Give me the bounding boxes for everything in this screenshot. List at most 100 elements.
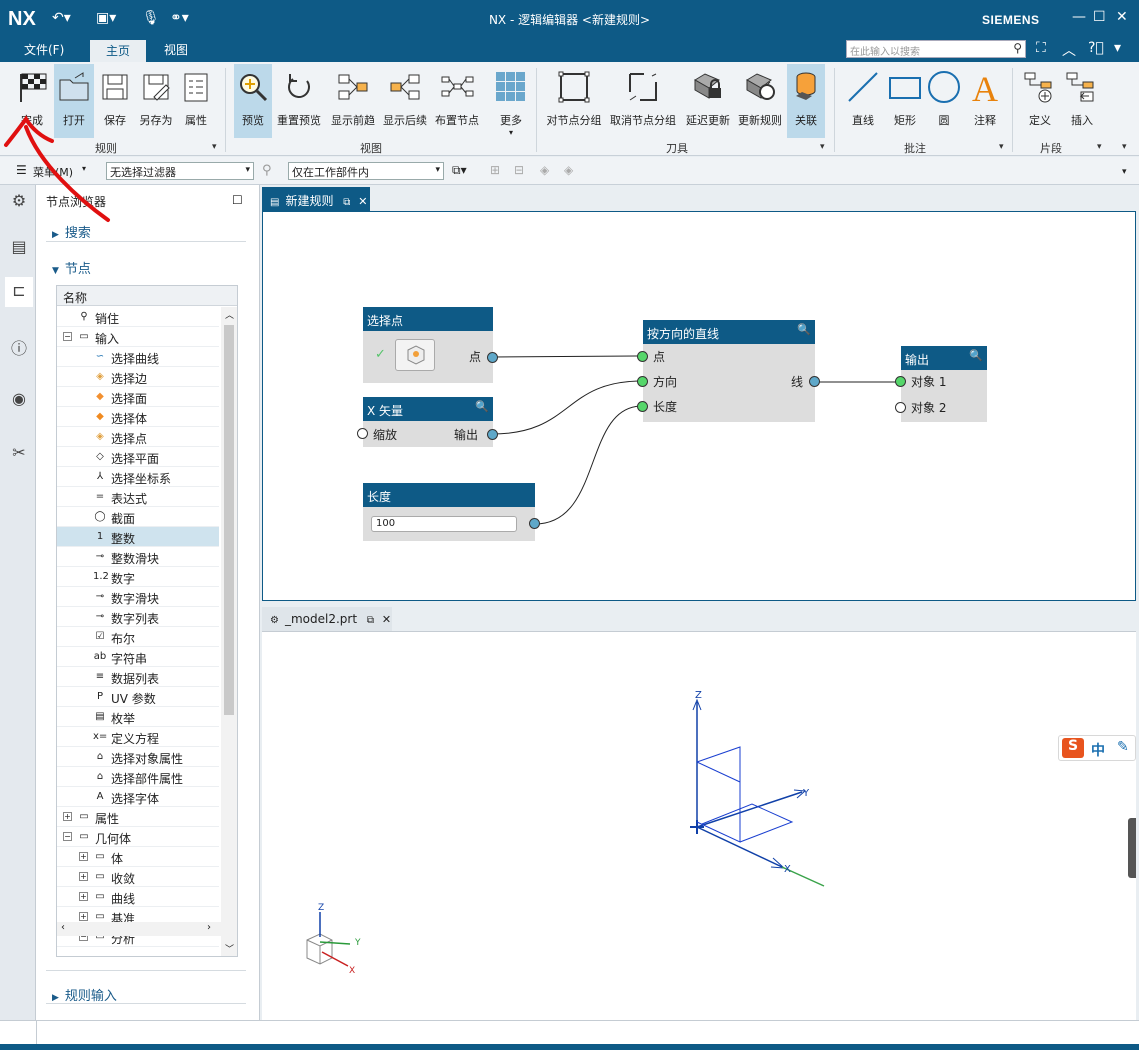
tab-new-rule[interactable]: ▤ 新建规则 ⧉ ✕ bbox=[262, 187, 370, 211]
horizontal-scrollbar[interactable]: ‹ › bbox=[57, 922, 221, 936]
tree-item[interactable]: ☑ 布尔 bbox=[57, 627, 219, 647]
tree-item[interactable]: = 表达式 bbox=[57, 487, 219, 507]
collapse-icon[interactable]: − bbox=[63, 832, 72, 841]
tree-item[interactable]: ⊸ 整数滑块 bbox=[57, 547, 219, 567]
delay-update-button[interactable]: 延迟更新 bbox=[684, 64, 732, 138]
select-point-button[interactable] bbox=[395, 339, 435, 371]
insert-button[interactable]: 插入 bbox=[1062, 64, 1102, 138]
tab-view[interactable]: 视图 bbox=[164, 41, 188, 58]
group-annotation-dropdown-icon[interactable]: ▾ bbox=[999, 142, 1004, 152]
feature-icon[interactable]: ◈ bbox=[564, 163, 573, 177]
tree-item[interactable]: ⌂ 选择部件属性 bbox=[57, 767, 219, 787]
scroll-thumb[interactable] bbox=[224, 325, 234, 715]
fullscreen-icon[interactable]: ⛶ bbox=[1036, 40, 1046, 56]
tree-item[interactable]: + ▭ 曲线 bbox=[57, 887, 219, 907]
tree-item[interactable]: ∽ 选择曲线 bbox=[57, 347, 219, 367]
tree-item[interactable]: ab 字符串 bbox=[57, 647, 219, 667]
close-icon[interactable]: ✕ bbox=[1116, 9, 1128, 25]
expand-icon[interactable]: + bbox=[79, 852, 88, 861]
more-button[interactable]: 更多 ▾ bbox=[492, 64, 530, 138]
web-browser-icon[interactable]: ◉ bbox=[8, 389, 30, 411]
part-navigator-icon[interactable]: ▤ bbox=[8, 237, 30, 259]
type-filter-icon[interactable]: ⧉▾ bbox=[452, 163, 467, 178]
box-icon[interactable]: ◈ bbox=[540, 163, 549, 177]
tree-item[interactable]: ◆ 选择体 bbox=[57, 407, 219, 427]
show-predecessors-button[interactable]: 显示前趋 bbox=[328, 64, 378, 138]
tree-item[interactable]: − ▭ 输入 bbox=[57, 327, 219, 347]
tree-item[interactable]: x= 定义方程 bbox=[57, 727, 219, 747]
ime-mode[interactable]: 中 bbox=[1091, 740, 1105, 760]
input-port[interactable] bbox=[895, 402, 906, 413]
tree-item[interactable]: 1.2 数字 bbox=[57, 567, 219, 587]
ribbon-options-icon[interactable]: ▾ bbox=[1114, 40, 1121, 56]
circle-button[interactable]: 圆 bbox=[926, 64, 962, 138]
show-successors-button[interactable]: 显示后续 bbox=[380, 64, 430, 138]
popout-icon[interactable]: ⧉ bbox=[343, 197, 350, 208]
minimize-icon[interactable]: — bbox=[1072, 9, 1086, 25]
tree-item[interactable]: ⌂ 选择对象属性 bbox=[57, 747, 219, 767]
tree-item[interactable]: ◯ 截面 bbox=[57, 507, 219, 527]
vertical-scrollbar[interactable]: ︿ ﹀ bbox=[221, 307, 237, 956]
rule-inputs-section[interactable]: ▶ 规则输入 bbox=[52, 985, 117, 1004]
tree-item[interactable]: − ▭ 几何体 bbox=[57, 827, 219, 847]
associate-button[interactable]: 关联 bbox=[787, 64, 825, 138]
tab-model[interactable]: ⚙ _model2.prt ⧉ ✕ bbox=[262, 607, 392, 631]
node-line-along-vector[interactable]: 按方向的直线 🔍 点 方向 长度 线 bbox=[637, 320, 820, 422]
tree-item[interactable]: ⊸ 数字滑块 bbox=[57, 587, 219, 607]
tree-item[interactable]: + ▭ 收敛 bbox=[57, 867, 219, 887]
magnifier-icon[interactable]: 🔍 bbox=[475, 400, 489, 413]
tree-item[interactable]: A 选择字体 bbox=[57, 787, 219, 807]
node-browser-icon[interactable]: ⊏ bbox=[5, 277, 33, 307]
close-tab-icon[interactable]: ✕ bbox=[358, 195, 367, 208]
input-port[interactable] bbox=[637, 401, 648, 412]
info-icon[interactable]: ⓘ bbox=[8, 335, 30, 358]
node-x-vector[interactable]: X 矢量 🔍 缩放 输出 bbox=[357, 397, 498, 447]
expand-icon[interactable]: + bbox=[79, 912, 88, 921]
ungroup-nodes-button[interactable]: 取消节点分组 bbox=[608, 64, 678, 138]
tree-item[interactable]: ◆ 选择面 bbox=[57, 387, 219, 407]
funnel-icon[interactable]: ⚲ bbox=[262, 163, 272, 178]
tree-item[interactable]: ◈ 选择边 bbox=[57, 367, 219, 387]
group-fragment-dropdown-icon[interactable]: ▾ bbox=[1097, 142, 1102, 152]
group-rule-dropdown-icon[interactable]: ▾ bbox=[212, 142, 217, 152]
rectangle-button[interactable]: 矩形 bbox=[886, 64, 924, 138]
output-port[interactable] bbox=[487, 429, 498, 440]
input-port[interactable] bbox=[357, 428, 368, 439]
popout-icon[interactable]: ⧉ bbox=[367, 615, 374, 626]
tree-item[interactable]: ◈ 选择点 bbox=[57, 427, 219, 447]
tree-item[interactable]: ≡ 数据列表 bbox=[57, 667, 219, 687]
input-port[interactable] bbox=[895, 376, 906, 387]
tree-item[interactable]: + ▭ 属性 bbox=[57, 807, 219, 827]
tab-home[interactable]: 主页 bbox=[90, 40, 147, 62]
node-length[interactable]: 长度 100 bbox=[363, 483, 540, 541]
magnifier-icon[interactable]: 🔍 bbox=[969, 349, 983, 362]
length-value-input[interactable]: 100 bbox=[371, 516, 517, 532]
expand-icon[interactable]: + bbox=[79, 872, 88, 881]
expand-icon[interactable]: + bbox=[63, 812, 72, 821]
save-as-button[interactable]: 另存为 bbox=[136, 64, 176, 138]
define-button[interactable]: 定义 bbox=[1020, 64, 1060, 138]
ribbon-more-dropdown-icon[interactable]: ▾ bbox=[1122, 142, 1127, 152]
update-rule-button[interactable]: 更新规则 bbox=[736, 64, 784, 138]
selection-filter-select[interactable]: 无选择过滤器 ▾ bbox=[106, 162, 254, 180]
output-port[interactable] bbox=[809, 376, 820, 387]
maximize-panel-icon[interactable]: ☐ bbox=[232, 193, 243, 207]
tools-icon[interactable]: ✂ bbox=[8, 443, 30, 465]
nodes-section[interactable]: ▼ 节点 bbox=[52, 258, 91, 277]
logic-graph-canvas[interactable]: 选择点 ✓ 点 X 矢量 🔍 缩放 输出 长度 100 按方向的直线 🔍 点 方… bbox=[262, 211, 1136, 601]
more-dropdown-icon[interactable]: ▾ bbox=[492, 128, 530, 137]
node-output[interactable]: 输出 🔍 对象 1 对象 2 bbox=[895, 346, 987, 422]
annotation-button[interactable]: A 注释 bbox=[966, 64, 1004, 138]
side-handle[interactable] bbox=[1128, 818, 1136, 878]
input-port[interactable] bbox=[637, 351, 648, 362]
deselect-icon[interactable]: ⊟ bbox=[514, 163, 524, 177]
group-nodes-button[interactable]: 对节点分组 bbox=[544, 64, 604, 138]
tree-item[interactable]: ⅄ 选择坐标系 bbox=[57, 467, 219, 487]
menu-file[interactable]: 文件(F) bbox=[24, 41, 64, 58]
collapse-ribbon-icon[interactable]: ︿ bbox=[1062, 40, 1076, 60]
magnifier-icon[interactable]: 🔍 bbox=[797, 323, 811, 336]
reset-preview-button[interactable]: 重置预览 bbox=[276, 64, 322, 138]
pen-icon[interactable]: ✎ bbox=[1117, 739, 1129, 755]
preview-button[interactable]: 预览 bbox=[234, 64, 272, 138]
graphics-window[interactable]: Z Y X Z Y X S 中 ✎ bbox=[262, 631, 1136, 1020]
